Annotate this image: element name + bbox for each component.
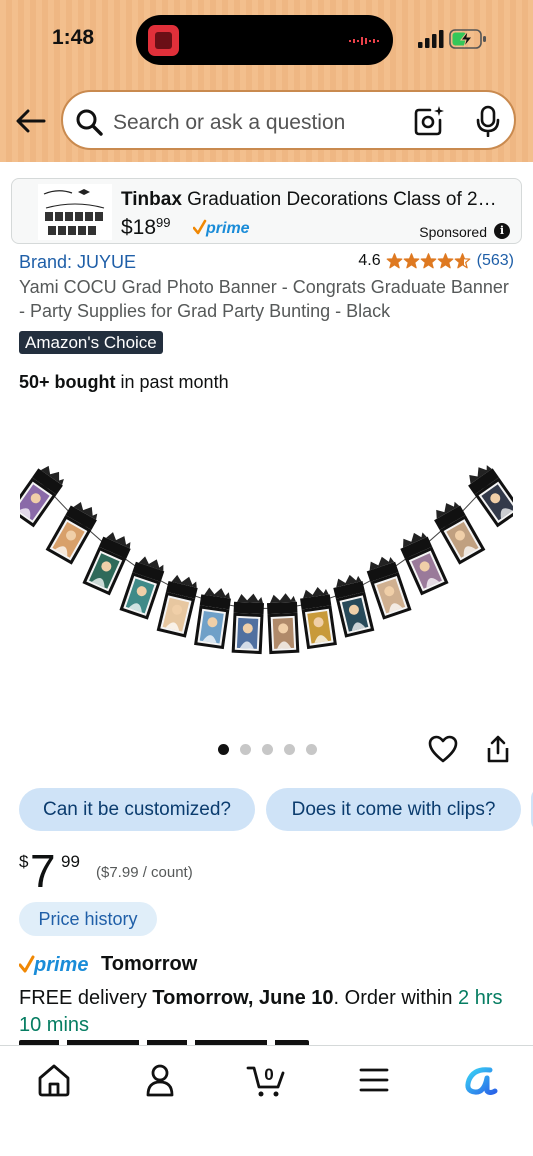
bought-in-past-month: 50+ bought in past month <box>19 372 229 393</box>
carousel-dot[interactable] <box>284 744 295 755</box>
sponsored-product-card[interactable]: Tinbax Graduation Decorations Class of 2… <box>11 178 522 244</box>
banner-photo-frame <box>266 593 300 655</box>
banner-photo-frame <box>45 501 98 565</box>
home-icon[interactable] <box>34 1060 74 1100</box>
microphone-icon[interactable] <box>473 105 503 137</box>
banner-photo-frame <box>82 532 131 596</box>
cart-count: 0 <box>264 1065 273 1084</box>
carousel-dot[interactable] <box>240 744 251 755</box>
prime-delivery-row: prime Tomorrow <box>19 953 197 976</box>
rating-count[interactable]: (563) <box>477 252 514 270</box>
banner-photo-frame <box>20 465 64 528</box>
product-title: Yami COCU Grad Photo Banner - Congrats G… <box>19 277 509 321</box>
back-arrow-icon[interactable] <box>14 104 48 138</box>
banner-photo-frame <box>400 532 449 596</box>
price-fraction: 99 <box>61 852 80 871</box>
search-icon <box>76 109 103 136</box>
price-whole: 7 <box>30 845 56 897</box>
banner-photo-frame <box>468 465 513 528</box>
sponsored-product-title: Tinbax Graduation Decorations Class of 2… <box>121 189 511 211</box>
sponsored-price-whole: $18 <box>121 216 157 239</box>
bought-count: 50+ bought <box>19 372 116 392</box>
search-input[interactable]: Search or ask a question <box>113 111 345 135</box>
sponsored-brand: Tinbax <box>121 189 182 210</box>
banner-photo-frame <box>434 501 486 565</box>
audio-wave-icon <box>349 37 379 45</box>
sponsored-price-fraction: 99 <box>156 215 171 230</box>
rating-value: 4.6 <box>358 252 381 269</box>
star-icon <box>437 253 454 269</box>
price-history-button[interactable]: Price history <box>19 902 157 936</box>
sponsored-price: $1899 <box>121 215 171 240</box>
app-header: 1:48 Search or ask a question <box>0 0 533 162</box>
price-symbol: $ <box>19 852 29 871</box>
camera-search-icon[interactable] <box>413 105 445 137</box>
rating-summary[interactable]: 4.6 (563) <box>358 252 514 270</box>
banner-photo-frame <box>119 556 165 620</box>
delivery-date: Tomorrow, June 10 <box>152 987 334 1009</box>
star-icon <box>403 253 420 269</box>
rating-stars <box>386 253 471 269</box>
star-icon <box>386 253 403 269</box>
prime-logo-icon: prime <box>19 954 88 976</box>
banner-photo-frame <box>300 587 337 650</box>
rufus-icon[interactable] <box>460 1060 500 1100</box>
bottom-navigation: 0 <box>0 1045 533 1156</box>
star-icon <box>454 253 471 269</box>
prime-logo-icon: prime <box>193 219 250 237</box>
sponsored-product-thumbnail <box>38 184 112 240</box>
carousel-dot[interactable] <box>218 744 229 755</box>
brand-link[interactable]: Brand: JUYUE <box>19 252 136 273</box>
sponsored-label: Sponsored <box>419 224 487 240</box>
delivery-prime-label: prime <box>33 954 88 976</box>
prime-tomorrow-label: Tomorrow <box>101 953 198 975</box>
bought-suffix: in past month <box>115 372 229 392</box>
cellular-signal-icon <box>418 30 444 48</box>
account-icon[interactable] <box>140 1060 180 1100</box>
banner-photo-frame <box>366 556 412 620</box>
delivery-message: FREE delivery Tomorrow, June 10. Order w… <box>19 985 524 1039</box>
sponsored-prime-label: prime <box>205 220 250 237</box>
banner-photo-frame <box>231 593 265 655</box>
star-icon <box>420 253 437 269</box>
menu-icon[interactable] <box>354 1060 394 1100</box>
info-icon[interactable]: i <box>494 223 510 239</box>
island-app-icon <box>148 25 179 56</box>
carousel-dot[interactable] <box>306 744 317 755</box>
sponsored-title-text: Graduation Decorations Class of 2… <box>181 189 497 210</box>
banner-photo-frame <box>194 587 231 650</box>
question-chip-customized[interactable]: Can it be customized? <box>19 788 255 831</box>
battery-charging-icon <box>449 29 486 49</box>
product-image[interactable] <box>20 455 513 655</box>
delivery-prefix: FREE delivery <box>19 987 153 1009</box>
dynamic-island <box>136 15 393 65</box>
heart-icon[interactable] <box>428 734 458 764</box>
delivery-order-within: . Order within <box>333 987 459 1009</box>
image-carousel-dots[interactable] <box>218 744 317 755</box>
status-time: 1:48 <box>52 26 95 49</box>
amazons-choice-badge[interactable]: Amazon's Choice <box>19 331 163 354</box>
search-bar[interactable]: Search or ask a question <box>61 90 516 150</box>
unit-price: ($7.99 / count) <box>96 864 193 881</box>
question-chip-clips[interactable]: Does it come with clips? <box>266 788 521 831</box>
carousel-dot[interactable] <box>262 744 273 755</box>
cart-icon[interactable]: 0 <box>246 1060 286 1100</box>
share-icon[interactable] <box>485 734 511 764</box>
